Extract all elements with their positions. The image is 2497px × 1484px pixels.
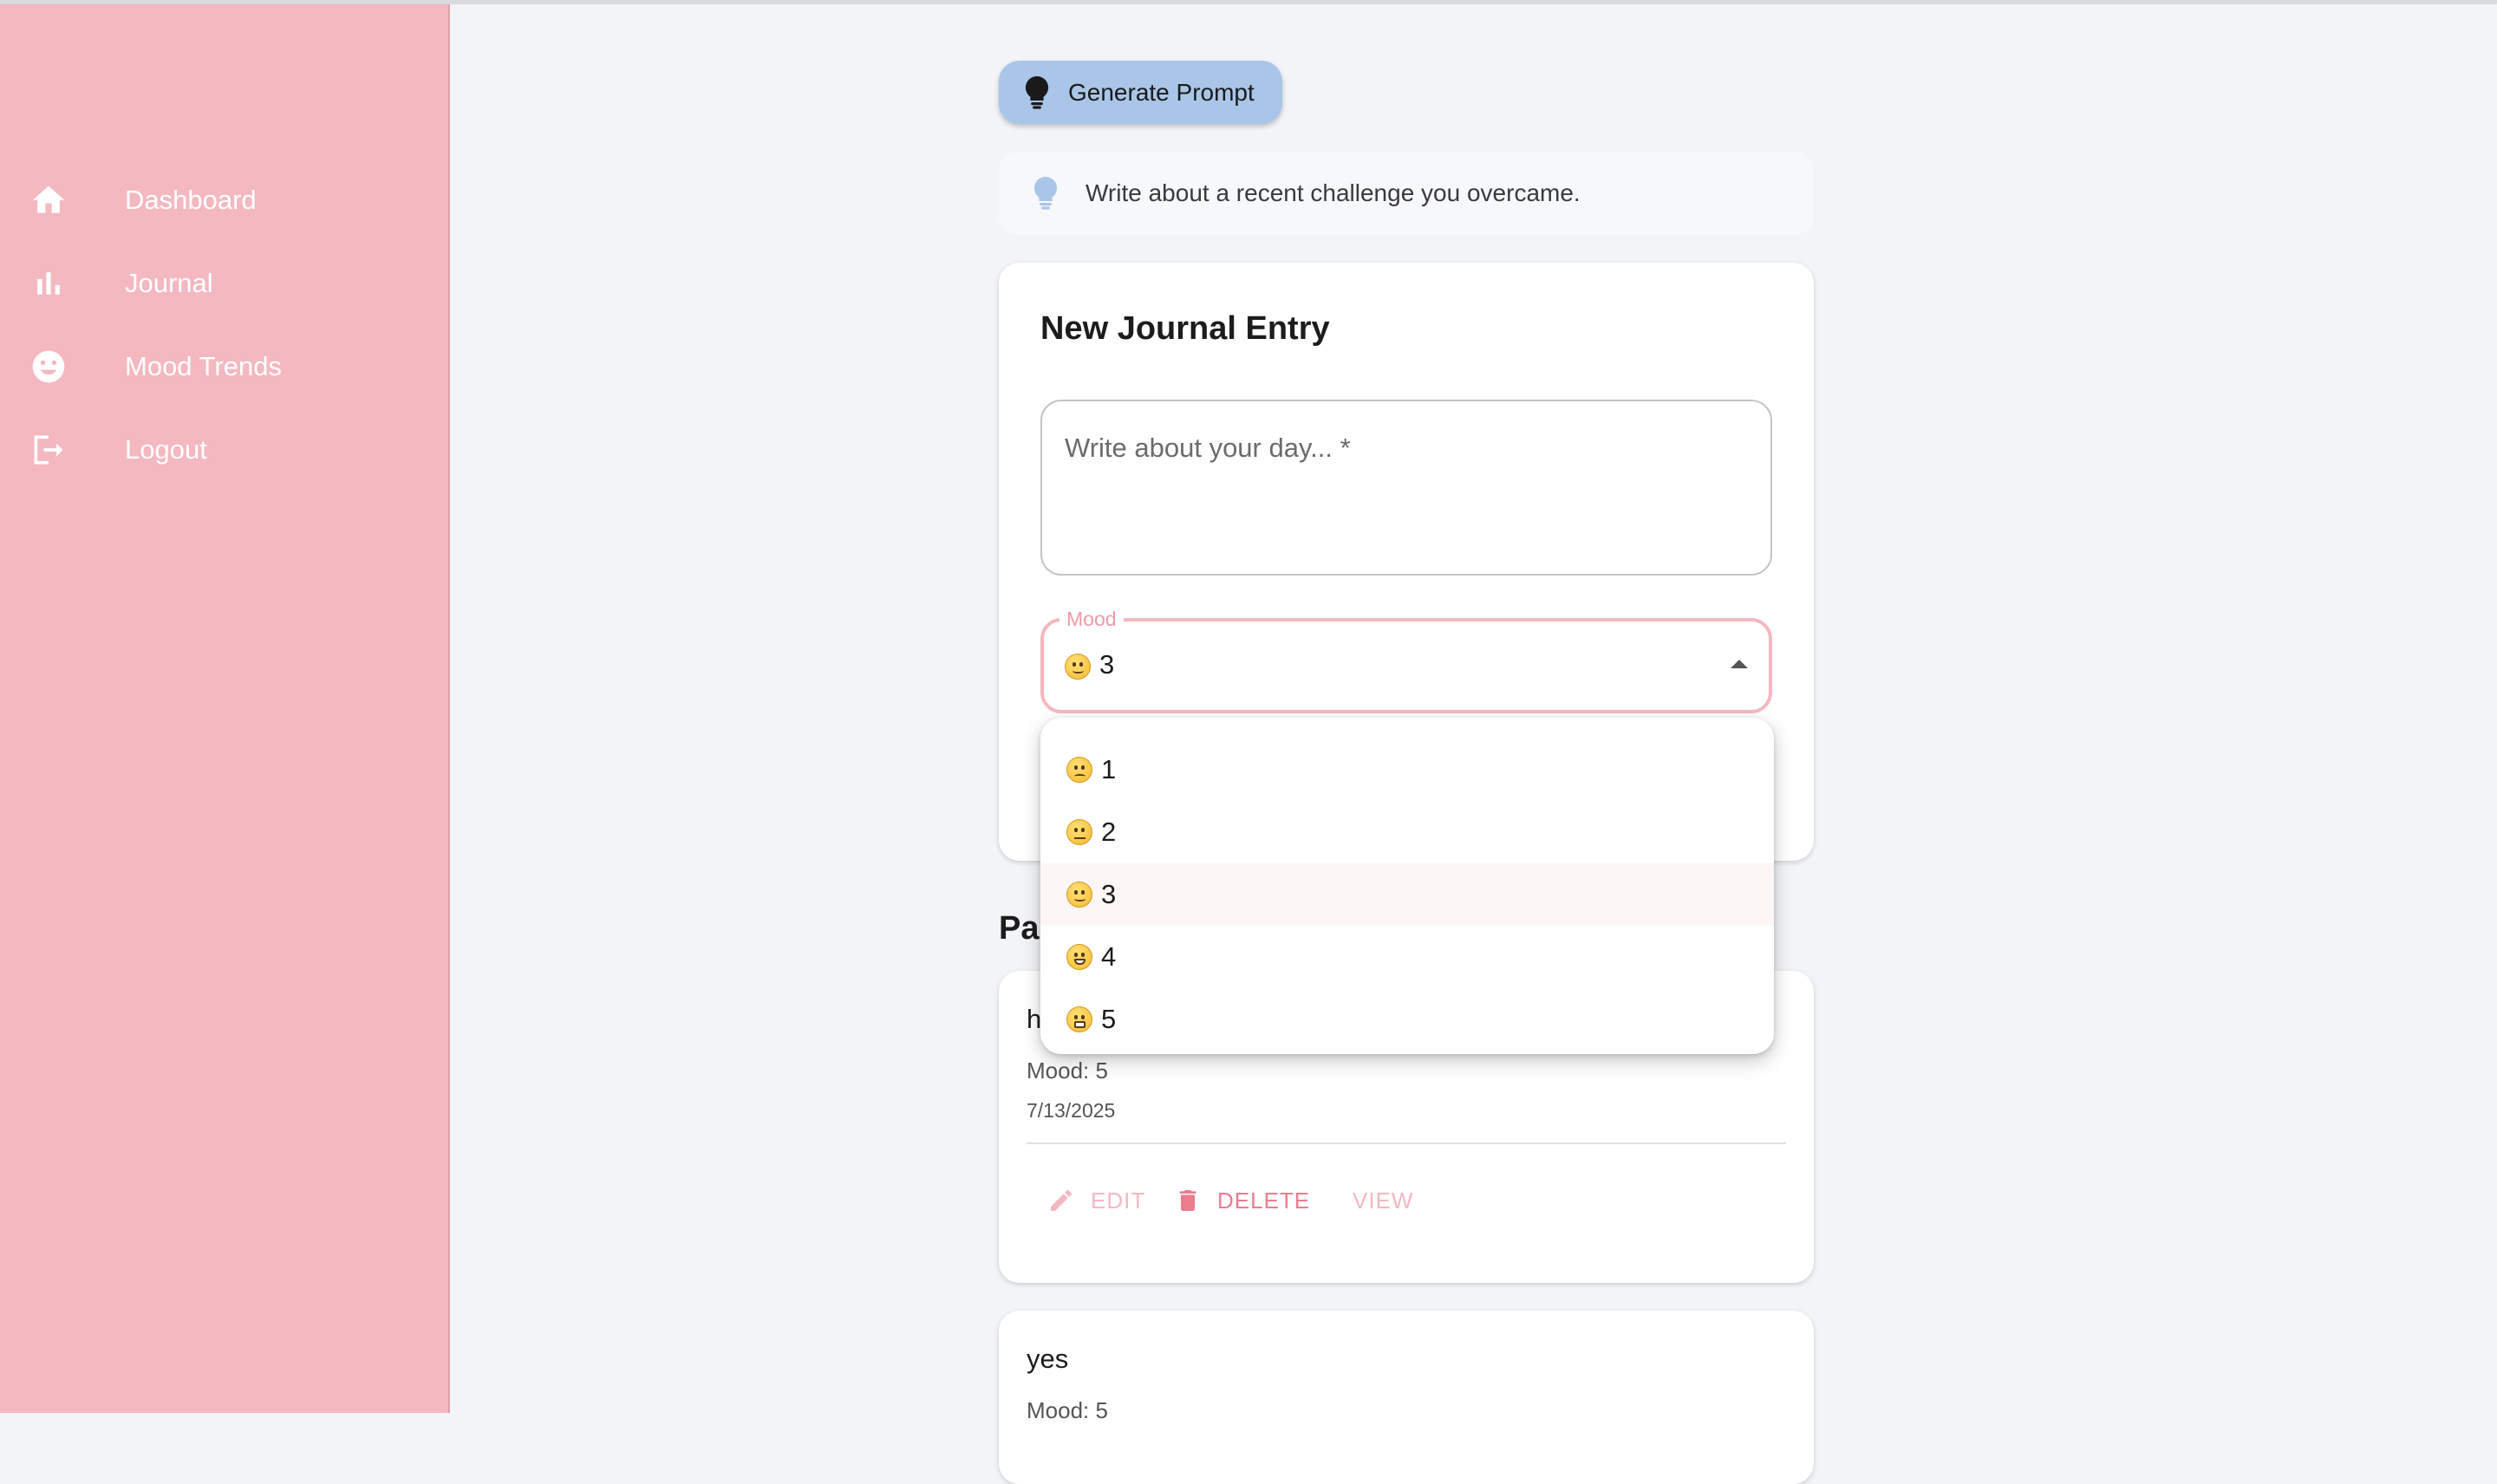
- big-grin-emoji-icon: [1066, 1006, 1092, 1032]
- slight-smile-emoji-icon: [1065, 653, 1091, 680]
- sidebar-item-journal[interactable]: Journal: [0, 242, 450, 325]
- entry-mood: Mood: 5: [1027, 1058, 1108, 1084]
- mood-option-3[interactable]: 3: [1040, 863, 1774, 926]
- mood-selected-value: 3: [1065, 649, 1114, 680]
- pencil-icon: [1051, 1189, 1072, 1211]
- delete-button[interactable]: DELETE: [1174, 1183, 1310, 1218]
- entry-text: h: [1027, 1004, 1042, 1034]
- entry-text: yes: [1027, 1344, 1069, 1374]
- disappointed-emoji-icon: [1066, 757, 1092, 783]
- generate-prompt-label: Generate Prompt: [1068, 78, 1255, 106]
- sidebar-item-label: Dashboard: [125, 185, 257, 215]
- page-title: New Journal Entry: [1040, 310, 1330, 347]
- mood-dropdown-menu: 1 2 3 4 5: [1040, 718, 1774, 1054]
- past-entries-title: Pa: [999, 910, 1040, 947]
- mood-option-2[interactable]: 2: [1040, 801, 1774, 863]
- mood-select[interactable]: Mood 3: [1040, 608, 1772, 713]
- grin-emoji-icon: [1066, 944, 1092, 970]
- entry-date: 7/13/2025: [1027, 1099, 1116, 1122]
- sidebar-item-label: Logout: [125, 434, 207, 465]
- mood-option-1[interactable]: 1: [1040, 739, 1774, 801]
- mood-label: Mood: [1059, 608, 1124, 631]
- mood-option-5[interactable]: 5: [1040, 988, 1774, 1051]
- home-icon: [29, 181, 68, 219]
- logout-icon: [29, 431, 68, 469]
- lightbulb-icon: [1023, 75, 1051, 109]
- smiley-icon: [29, 348, 68, 386]
- divider: [1027, 1142, 1786, 1144]
- sidebar-item-logout[interactable]: Logout: [0, 408, 450, 491]
- sidebar-item-dashboard[interactable]: Dashboard: [0, 159, 450, 242]
- sidebar: Dashboard Journal Mood Trends Logout: [0, 4, 450, 1413]
- journal-textarea[interactable]: Write about your day... *: [1040, 400, 1772, 576]
- slight-smile-emoji-icon: [1066, 882, 1092, 908]
- view-button[interactable]: VIEW: [1353, 1183, 1413, 1218]
- prompt-box: Write about a recent challenge you overc…: [999, 152, 1814, 235]
- past-entry-card: yes Mood: 5: [999, 1311, 1814, 1484]
- sidebar-item-label: Mood Trends: [125, 351, 282, 381]
- trash-icon: [1179, 1190, 1196, 1211]
- prompt-text: Write about a recent challenge you overc…: [1086, 179, 1581, 206]
- entry-mood: Mood: 5: [1027, 1397, 1108, 1423]
- lightbulb-icon: [1032, 176, 1059, 211]
- neutral-emoji-icon: [1066, 819, 1092, 845]
- sidebar-item-mood-trends[interactable]: Mood Trends: [0, 325, 450, 408]
- sidebar-item-label: Journal: [125, 268, 213, 298]
- generate-prompt-button[interactable]: Generate Prompt: [999, 61, 1282, 124]
- mood-option-4[interactable]: 4: [1040, 926, 1774, 988]
- textarea-placeholder: Write about your day... *: [1065, 433, 1351, 463]
- chevron-up-icon[interactable]: [1731, 660, 1748, 668]
- bar-chart-icon: [29, 264, 68, 303]
- edit-button[interactable]: EDIT: [1047, 1183, 1145, 1218]
